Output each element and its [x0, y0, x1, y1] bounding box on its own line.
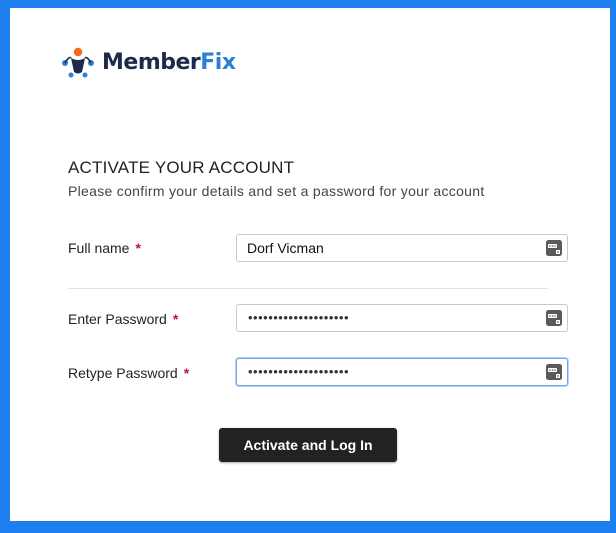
- password-label-text: Enter Password: [68, 311, 167, 327]
- full-name-label: Full name *: [68, 240, 141, 256]
- required-asterisk: *: [172, 311, 179, 327]
- password-field[interactable]: ••••••••••••••••••••: [236, 304, 568, 332]
- keychain-autofill-icon[interactable]: [545, 363, 563, 381]
- retype-password-label: Retype Password *: [68, 365, 189, 381]
- retype-password-input[interactable]: ••••••••••••••••••••: [248, 359, 349, 385]
- full-name-label-text: Full name: [68, 240, 130, 256]
- keychain-autofill-icon[interactable]: [545, 309, 563, 327]
- full-name-field[interactable]: [236, 234, 568, 262]
- memberfix-logo-text: MemberFix: [102, 50, 236, 75]
- activate-and-login-button[interactable]: Activate and Log In: [219, 428, 397, 462]
- full-name-input[interactable]: [247, 235, 537, 261]
- required-asterisk: *: [135, 240, 141, 256]
- password-label: Enter Password *: [68, 311, 178, 327]
- logo-text-member: Member: [102, 49, 201, 75]
- required-asterisk: *: [183, 365, 190, 381]
- page-subtitle: Please confirm your details and set a pa…: [68, 183, 485, 199]
- password-input[interactable]: ••••••••••••••••••••: [248, 305, 349, 331]
- memberfix-logo: MemberFix: [60, 46, 236, 78]
- form-divider: [68, 288, 548, 289]
- retype-password-field[interactable]: ••••••••••••••••••••: [236, 358, 568, 386]
- memberfix-logo-icon: [62, 47, 94, 78]
- retype-password-label-text: Retype Password: [68, 365, 178, 381]
- keychain-autofill-icon[interactable]: [545, 239, 563, 257]
- logo-text-fix: Fix: [200, 49, 236, 75]
- page-title: ACTIVATE YOUR ACCOUNT: [68, 158, 295, 177]
- activation-card: MemberFix ACTIVATE YOUR ACCOUNT Please c…: [10, 8, 610, 521]
